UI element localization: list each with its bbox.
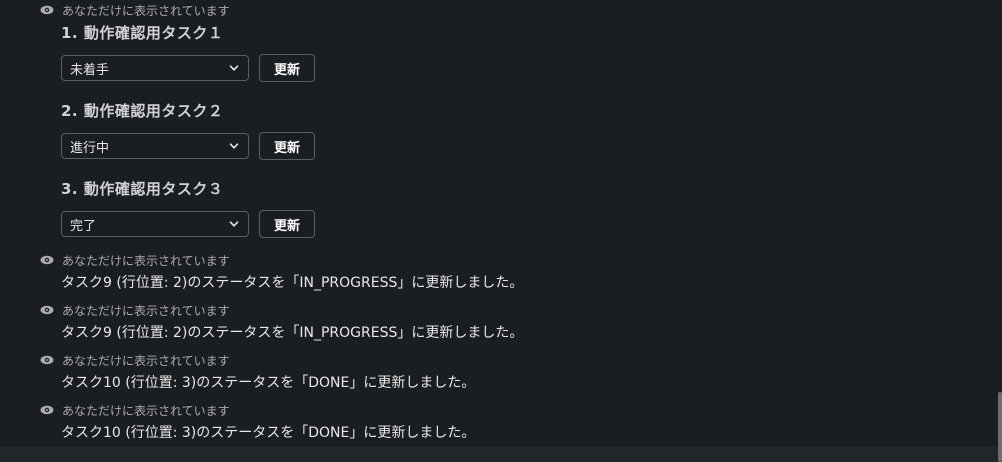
update-button-2[interactable]: 更新 [259,132,315,160]
scrollbar-thumb[interactable] [998,392,1002,462]
status-select-2[interactable]: 進行中 [61,133,249,159]
eye-icon [40,405,54,415]
bottom-bar [0,446,1002,462]
visibility-notice: あなただけに表示されています [40,252,230,268]
visibility-notice-text: あなただけに表示されています [62,303,230,318]
status-select-1[interactable]: 未着手 [61,55,249,81]
visibility-notice: あなただけに表示されています [40,2,230,18]
status-update-message: タスク9 (行位置: 2)のステータスを「IN_PROGRESS」に更新しました… [61,275,524,291]
visibility-notice: あなただけに表示されています [40,402,230,418]
status-update-message: タスク9 (行位置: 2)のステータスを「IN_PROGRESS」に更新しました… [61,325,524,341]
chevron-down-icon [229,221,239,227]
status-select-value: 進行中 [70,140,110,156]
visibility-notice-text: あなただけに表示されています [62,403,230,418]
task-title-3: 3. 動作確認用タスク３ [61,180,224,198]
update-button-3[interactable]: 更新 [259,210,315,238]
eye-icon [40,355,54,365]
status-select-value: 完了 [70,218,97,234]
visibility-notice: あなただけに表示されています [40,302,230,318]
visibility-notice: あなただけに表示されています [40,352,230,368]
chevron-down-icon [229,143,239,149]
task-title-1: 1. 動作確認用タスク１ [61,24,224,42]
eye-icon [40,5,54,15]
status-update-message: タスク10 (行位置: 3)のステータスを「DONE」に更新しました。 [61,375,476,391]
status-select-value: 未着手 [70,62,110,78]
update-button-1[interactable]: 更新 [259,54,315,82]
chevron-down-icon [229,65,239,71]
visibility-notice-text: あなただけに表示されています [62,3,230,18]
task-title-2: 2. 動作確認用タスク２ [61,102,224,120]
app-messages-pane: あなただけに表示されています 1. 動作確認用タスク１ 未着手 更新 2. 動作… [0,0,1002,462]
eye-icon [40,255,54,265]
visibility-notice-text: あなただけに表示されています [62,353,230,368]
status-select-3[interactable]: 完了 [61,211,249,237]
visibility-notice-text: あなただけに表示されています [62,253,230,268]
eye-icon [40,305,54,315]
status-update-message: タスク10 (行位置: 3)のステータスを「DONE」に更新しました。 [61,425,476,441]
